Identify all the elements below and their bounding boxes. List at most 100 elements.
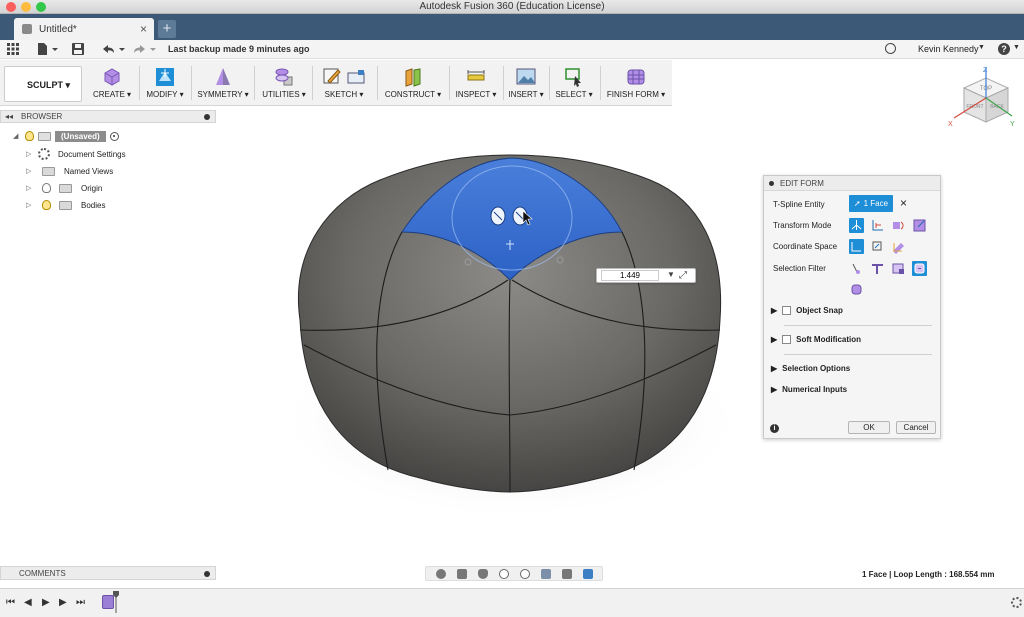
comments-panel-header[interactable]: COMMENTS [0,566,216,580]
expand-triangle-icon[interactable]: ▶ [771,306,777,315]
browser-item-origin[interactable]: ▷ Origin [26,181,102,195]
transform-scale-icon[interactable] [912,218,927,233]
insert-menu[interactable]: INSERT ▾ [506,64,546,104]
collapse-browser-icon[interactable]: ◂◂ [5,112,13,121]
axis-y-label: Y [1010,121,1015,128]
object-snap-checkbox[interactable] [782,306,792,315]
modify-menu[interactable]: MODIFY ▾ [141,64,189,104]
filter-vertex-icon[interactable] [849,261,864,276]
dialog-collapse-icon[interactable] [769,181,774,186]
create-menu[interactable]: CREATE ▾ [88,64,136,104]
object-snap-section[interactable]: ▶ Object Snap [771,306,843,315]
user-account-menu[interactable]: Kevin Kennedy [918,44,979,54]
ok-button[interactable]: OK [848,421,890,434]
step-back-icon[interactable]: ◀ [24,597,32,608]
coordinate-view-icon[interactable] [870,239,885,254]
transform-rotate-icon[interactable] [891,218,906,233]
construct-plane-icon [405,68,421,87]
grid-settings-icon[interactable] [561,568,572,579]
cancel-button[interactable]: Cancel [896,421,936,434]
data-panel-grid-icon[interactable] [7,43,19,55]
distance-dropdown-icon[interactable]: ▼ [667,270,675,279]
workspace-switcher[interactable]: SCULPT ▾ [4,66,82,102]
info-icon[interactable]: i [770,424,779,433]
sketch-menu[interactable]: SKETCH ▾ [315,64,373,104]
filter-body-icon[interactable] [912,261,927,276]
symmetry-label: SYMMETRY [197,90,243,99]
expand-triangle-icon[interactable]: ▶ [771,364,777,373]
comments-pin-icon[interactable] [204,571,210,577]
close-tab-icon[interactable]: × [140,22,147,36]
expanded-triangle-icon[interactable]: ◢ [13,132,21,140]
step-forward-icon[interactable]: ▶ [59,597,67,608]
coordinate-local-icon[interactable] [891,239,906,254]
activate-component-radio[interactable] [109,131,119,141]
transform-translate-icon[interactable] [870,218,885,233]
visibility-bulb-icon[interactable] [42,183,51,193]
timeline-settings-gear-icon[interactable] [1011,597,1022,608]
filter-object-icon[interactable] [849,282,864,297]
finish-form-button[interactable]: FINISH FORM ▾ [603,64,669,104]
transform-multi-icon[interactable] [849,218,864,233]
document-tab[interactable]: Untitled* × [14,18,154,40]
play-icon[interactable]: ▶ [42,597,50,608]
inspect-menu[interactable]: INSPECT ▾ [452,64,500,104]
numerical-inputs-section[interactable]: ▶ Numerical Inputs [771,385,847,394]
select-menu[interactable]: SELECT ▾ [552,64,596,104]
navigation-bar [425,566,603,581]
folder-icon [59,200,72,210]
expand-triangle-icon[interactable]: ▶ [771,385,777,394]
file-menu-icon[interactable] [37,43,59,55]
zoom-icon[interactable] [498,568,509,579]
redo-icon[interactable] [132,43,158,55]
collapsed-triangle-icon[interactable]: ▷ [26,167,34,175]
filter-face-icon[interactable] [891,261,906,276]
visibility-bulb-icon[interactable] [42,200,51,210]
viewcube[interactable]: TOP FRONT BACK Z X Y [946,64,1018,134]
job-status-clock-icon[interactable] [885,43,896,54]
browser-pin-icon[interactable] [204,114,210,120]
expression-editor-icon[interactable]: ⤢ [679,270,687,281]
construct-menu[interactable]: CONSTRUCT ▾ [381,64,445,104]
modify-label: MODIFY [146,90,178,99]
collapsed-triangle-icon[interactable]: ▷ [26,184,34,192]
expand-triangle-icon[interactable]: ▶ [771,335,777,344]
display-settings-icon[interactable] [540,568,551,579]
save-icon[interactable] [72,43,84,55]
collapsed-triangle-icon[interactable]: ▷ [26,201,34,209]
pan-hand-icon[interactable] [477,568,488,579]
axis-x-label: X [948,121,953,128]
browser-item-document-settings[interactable]: ▷ Document Settings [26,147,126,161]
visibility-bulb-icon[interactable] [25,131,34,141]
go-to-end-icon[interactable]: ⏭ [76,597,85,608]
filter-edge-icon[interactable] [870,261,885,276]
look-at-icon[interactable] [456,568,467,579]
undo-icon[interactable] [101,43,127,55]
distance-value-input[interactable] [601,270,659,281]
utilities-menu[interactable]: UTILITIES ▾ [258,64,310,104]
browser-panel-header[interactable]: ◂◂ BROWSER [0,110,216,123]
browser-item-root[interactable]: ◢ (Unsaved) [13,129,119,143]
help-icon[interactable]: ? [998,43,1010,55]
help-menu-chevron-icon[interactable]: ▼ [1013,44,1020,51]
coordinate-world-icon[interactable] [849,239,864,254]
soft-modification-checkbox[interactable] [782,335,792,344]
edit-form-header[interactable]: EDIT FORM [764,176,940,191]
orbit-icon[interactable] [435,568,446,579]
go-to-start-icon[interactable]: ⏮ [6,597,15,608]
user-menu-chevron-icon[interactable]: ▼ [978,44,985,51]
clear-selection-icon[interactable]: × [900,196,907,210]
inspect-measure-icon [467,70,485,81]
tspline-entity-selector[interactable]: ➚ 1 Face [849,195,893,212]
collapsed-triangle-icon[interactable]: ▷ [26,150,34,158]
new-tab-button[interactable]: + [158,20,176,38]
viewports-icon[interactable] [582,568,593,579]
distance-input-box: ▼ ⤢ [596,268,696,283]
selection-options-section[interactable]: ▶ Selection Options [771,364,850,373]
fit-icon[interactable] [519,568,530,579]
timeline-playhead[interactable] [113,591,119,613]
symmetry-menu[interactable]: SYMMETRY ▾ [194,64,252,104]
soft-modification-section[interactable]: ▶ Soft Modification [771,335,861,344]
browser-item-bodies[interactable]: ▷ Bodies [26,198,105,212]
browser-item-named-views[interactable]: ▷ Named Views [26,164,113,178]
